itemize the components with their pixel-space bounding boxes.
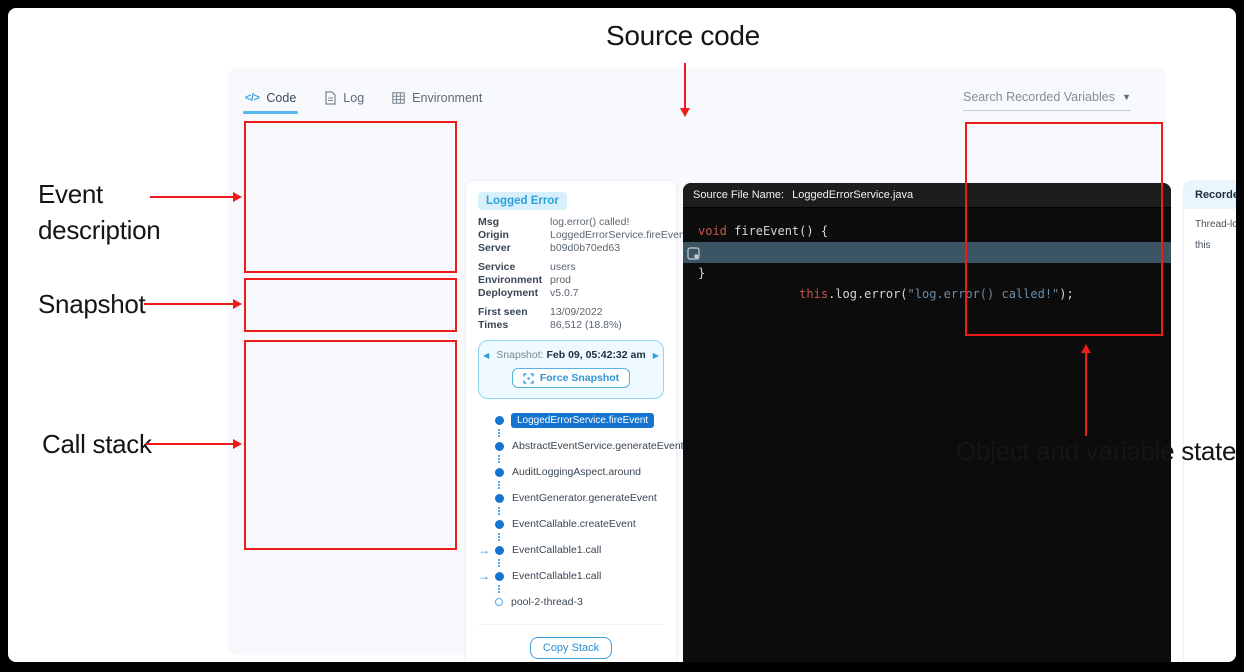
divider	[478, 624, 664, 625]
frame-dot-icon	[495, 520, 504, 529]
snapshot-next-icon[interactable]: ▶	[653, 351, 659, 360]
annotation-call-stack: Call stack	[42, 429, 152, 460]
scan-icon	[523, 373, 534, 384]
annotation-arrow-snapshot	[144, 303, 234, 305]
screenshot-canvas: Logged Error Msglog.error() called! Orig…	[8, 8, 1236, 662]
annotation-arrow-object-state	[1085, 352, 1087, 436]
logged-error-badge: Logged Error	[478, 192, 567, 210]
code-line: void fireEvent() {	[683, 221, 1171, 242]
event-row-msg: Msglog.error() called!	[478, 216, 664, 229]
event-panel: Logged Error Msglog.error() called! Orig…	[465, 180, 677, 662]
copy-stack-button[interactable]: Copy Stack	[530, 637, 612, 659]
frame-dot-icon	[495, 416, 504, 425]
call-stack-frame[interactable]: EventCallable.createEvent	[478, 517, 664, 532]
tab-log[interactable]: Log	[324, 91, 364, 114]
frame-dot-icon	[495, 572, 504, 581]
event-details-group-1: Msglog.error() called! OriginLoggedError…	[478, 216, 664, 255]
annotation-arrow-source-code	[684, 63, 686, 109]
call-stack-frame[interactable]: →EventCallable1.call	[478, 543, 664, 558]
environment-icon	[392, 92, 405, 104]
annotation-source-code: Source code	[568, 20, 798, 52]
tab-environment[interactable]: Environment	[392, 91, 482, 114]
event-row-service: Serviceusers	[478, 261, 664, 274]
event-row-times: Times86,512 (18.8%)	[478, 319, 664, 332]
entry-arrow-icon: →	[478, 569, 495, 584]
snapshot-timestamp: Feb 09, 05:42:32 am	[546, 349, 645, 361]
stack-connector	[498, 455, 664, 463]
call-stack-frame[interactable]: AuditLoggingAspect.around	[478, 465, 664, 480]
variable-row[interactable]: Thread-local state ThreadLocal$ThreadL..…	[1184, 209, 1236, 230]
frame-dot-icon	[495, 546, 504, 555]
source-file-name: LoggedErrorService.java	[792, 189, 913, 201]
code-line-highlighted: this.log.error("log.error() called!");	[683, 242, 1171, 263]
snapshot-prev-icon[interactable]: ◀	[483, 351, 489, 360]
stack-connector	[498, 507, 664, 515]
snapshot-navigator: ◀ Snapshot: Feb 09, 05:42:32 am ▶	[483, 349, 659, 361]
call-stack-list: LoggedErrorService.fireEvent AbstractEve…	[478, 413, 664, 610]
call-stack-frame-thread[interactable]: pool-2-thread-3	[478, 595, 664, 610]
entry-arrow-icon: →	[478, 543, 495, 558]
event-row-server: Serverb09d0b70ed63	[478, 242, 664, 255]
stack-connector	[498, 481, 664, 489]
code-line: }	[683, 263, 1171, 284]
snapshot-label: Snapshot: Feb 09, 05:42:32 am	[496, 349, 645, 361]
source-code-panel: Source File Name: LoggedErrorService.jav…	[683, 183, 1171, 662]
source-file-header: Source File Name: LoggedErrorService.jav…	[683, 183, 1171, 208]
event-details-group-2: Serviceusers Environmentprod Deploymentv…	[478, 261, 664, 300]
stack-connector	[498, 585, 664, 593]
code-icon: </>	[245, 92, 259, 104]
call-stack-frame[interactable]: EventGenerator.generateEvent	[478, 491, 664, 506]
event-row-first-seen: First seen13/09/2022	[478, 306, 664, 319]
variable-row[interactable]: this LoggedErrorService ▶	[1184, 230, 1236, 251]
force-snapshot-button[interactable]: Force Snapshot	[512, 368, 630, 388]
frame-dot-icon	[495, 442, 504, 451]
chevron-down-icon: ▼	[1122, 92, 1131, 102]
log-icon	[324, 91, 336, 105]
event-row-origin: OriginLoggedErrorService.fireEvent	[478, 229, 664, 242]
tab-code[interactable]: </> Code	[245, 91, 296, 114]
thread-dot-icon	[495, 598, 503, 606]
code-editor: void fireEvent() { this.log.error("log.e…	[683, 221, 1171, 284]
tab-bar: </> Code Log Environment	[245, 91, 482, 114]
frame-dot-icon	[495, 468, 504, 477]
event-row-environment: Environmentprod	[478, 274, 664, 287]
call-stack-frame[interactable]: LoggedErrorService.fireEvent	[478, 413, 664, 428]
debugger-app-panel: Logged Error Msglog.error() called! Orig…	[228, 68, 1166, 655]
source-file-label: Source File Name:	[693, 189, 784, 201]
annotation-snapshot: Snapshot	[38, 289, 145, 320]
recorded-variables-panel: Recorded Variables Thread-local state Th…	[1183, 180, 1236, 662]
frame-dot-icon	[495, 494, 504, 503]
annotation-event-description: Event description	[38, 176, 160, 248]
search-recorded-variables-select[interactable]: Search Recorded Variables ▼	[963, 90, 1131, 111]
snapshot-widget: ◀ Snapshot: Feb 09, 05:42:32 am ▶ Force …	[478, 340, 664, 399]
annotation-arrow-event-description	[150, 196, 234, 198]
call-stack-frame[interactable]: AbstractEventService.generateEvent	[478, 439, 664, 454]
recorded-variables-title: Recorded Variables	[1184, 181, 1236, 209]
stack-connector	[498, 559, 664, 567]
call-stack-frame[interactable]: →EventCallable1.call	[478, 569, 664, 584]
annotation-arrow-call-stack	[146, 443, 234, 445]
stack-footer: Copy Stack Show 3rd party/utility method…	[478, 624, 664, 662]
stack-connector	[498, 429, 664, 437]
event-row-deployment: Deploymentv5.0.7	[478, 287, 664, 300]
annotation-object-state: Object and variable state	[956, 436, 1236, 467]
stack-connector	[498, 533, 664, 541]
event-details-group-3: First seen13/09/2022 Times86,512 (18.8%)	[478, 306, 664, 332]
